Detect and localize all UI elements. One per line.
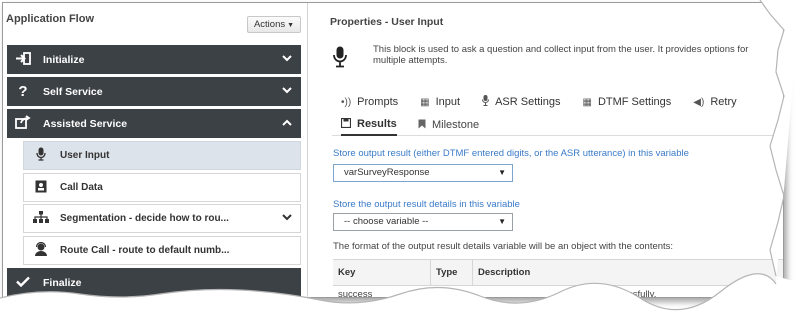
- tab-results[interactable]: Results: [340, 114, 397, 136]
- tab-dtmf-settings[interactable]: ▦ DTMF Settings: [582, 95, 671, 109]
- microphone-icon: [333, 46, 347, 73]
- tab-retry[interactable]: ◀) Retry: [693, 95, 736, 109]
- chevron-down-icon[interactable]: [273, 54, 301, 65]
- section-finalize[interactable]: Finalize: [7, 268, 301, 297]
- tab-asr-settings[interactable]: ASR Settings: [482, 95, 560, 109]
- dropdown-arrow-icon: ▼: [498, 217, 506, 226]
- check-icon: [7, 275, 39, 290]
- store-details-select[interactable]: -- choose variable -- ▼: [333, 213, 513, 231]
- chevron-up-icon[interactable]: [273, 118, 301, 129]
- panel-header: Application Flow Actions ▼: [3, 3, 307, 41]
- sound-icon: •)): [341, 96, 352, 108]
- bookmark-icon: [418, 119, 426, 132]
- block-description: This block is used to ask a question and…: [373, 44, 749, 66]
- cell-key: success: [338, 288, 373, 298]
- section-label: Assisted Service: [43, 117, 128, 130]
- tab-milestone[interactable]: Milestone: [418, 114, 479, 136]
- cell-description: ssfully.: [628, 288, 657, 298]
- hierarchy-icon: [24, 211, 58, 226]
- dropdown-arrow-icon: ▼: [498, 168, 506, 177]
- speaker-icon: ◀): [693, 96, 705, 108]
- item-label: User Input: [60, 150, 110, 161]
- section-initialize[interactable]: Initialize: [7, 45, 301, 74]
- select-value: varSurveyResponse: [344, 167, 430, 178]
- header-description: Description: [478, 267, 531, 278]
- header-key: Key: [333, 260, 431, 285]
- section-self-service[interactable]: ? Self Service: [7, 77, 301, 106]
- share-icon: [7, 115, 39, 132]
- tab-label: Results: [357, 118, 397, 130]
- table-header: Key Type Description: [333, 260, 783, 286]
- agent-icon: [24, 241, 58, 259]
- grid-icon: ▦: [420, 96, 430, 108]
- mic-small-icon: [482, 95, 490, 109]
- tab-label: ASR Settings: [495, 96, 561, 108]
- window-frame: Application Flow Actions ▼ Initialize ? S…: [2, 2, 784, 298]
- caret-down-icon: ▼: [287, 22, 295, 29]
- item-label: Call Data: [60, 182, 103, 193]
- result-details-table: Key Type Description success ssfully.: [333, 259, 783, 298]
- contact-card-icon: [24, 180, 58, 196]
- item-label: Segmentation - decide how to rou...: [60, 213, 229, 224]
- table-row: success ssfully.: [333, 286, 783, 298]
- actions-label: Actions: [253, 19, 286, 30]
- format-description: The format of the output result details …: [333, 241, 674, 252]
- chevron-down-icon[interactable]: [273, 86, 301, 97]
- tab-label: Input: [435, 96, 461, 108]
- store-result-select[interactable]: varSurveyResponse ▼: [333, 164, 513, 182]
- keypad-icon: ▦: [582, 96, 592, 108]
- tab-input[interactable]: ▦ Input: [420, 95, 460, 109]
- section-label: Initialize: [43, 53, 85, 66]
- tab-label: Retry: [710, 96, 737, 108]
- section-label: Finalize: [43, 276, 82, 289]
- flow-item-route-call[interactable]: Route Call - route to default numb...: [23, 236, 301, 265]
- tab-prompts[interactable]: •)) Prompts: [341, 95, 398, 109]
- panel-title: Application Flow: [6, 13, 94, 25]
- actions-button[interactable]: Actions ▼: [247, 16, 301, 33]
- section-label: Self Service: [43, 85, 103, 98]
- application-flow-panel: Application Flow Actions ▼ Initialize ? S…: [3, 3, 308, 297]
- properties-panel: Properties - User Input This block is us…: [309, 3, 783, 298]
- chevron-down-icon[interactable]: [274, 213, 300, 224]
- select-value: -- choose variable --: [344, 216, 429, 227]
- flow-item-segmentation[interactable]: Segmentation - decide how to rou...: [23, 204, 301, 233]
- sign-in-icon: [7, 51, 39, 68]
- microphone-icon: [24, 147, 58, 164]
- flow-item-call-data[interactable]: Call Data: [23, 173, 301, 202]
- header-type: Type: [431, 260, 473, 285]
- tab-label: Prompts: [357, 96, 399, 108]
- flow-item-user-input[interactable]: User Input: [23, 141, 301, 170]
- tab-label: Milestone: [432, 119, 480, 131]
- section-assisted-service[interactable]: Assisted Service: [7, 109, 301, 138]
- properties-title: Properties - User Input: [330, 16, 444, 28]
- store-result-label: Store output result (either DTMF entered…: [333, 148, 689, 159]
- results-tabs: Results Milestone: [332, 114, 783, 136]
- store-details-label: Store the output result details in this …: [333, 199, 520, 210]
- item-label: Route Call - route to default numb...: [60, 245, 230, 256]
- save-icon: [340, 117, 352, 131]
- question-icon: ?: [18, 83, 28, 100]
- settings-tabs: •)) Prompts ▦ Input ASR Settings ▦ DTMF …: [341, 95, 759, 109]
- tab-label: DTMF Settings: [597, 96, 672, 108]
